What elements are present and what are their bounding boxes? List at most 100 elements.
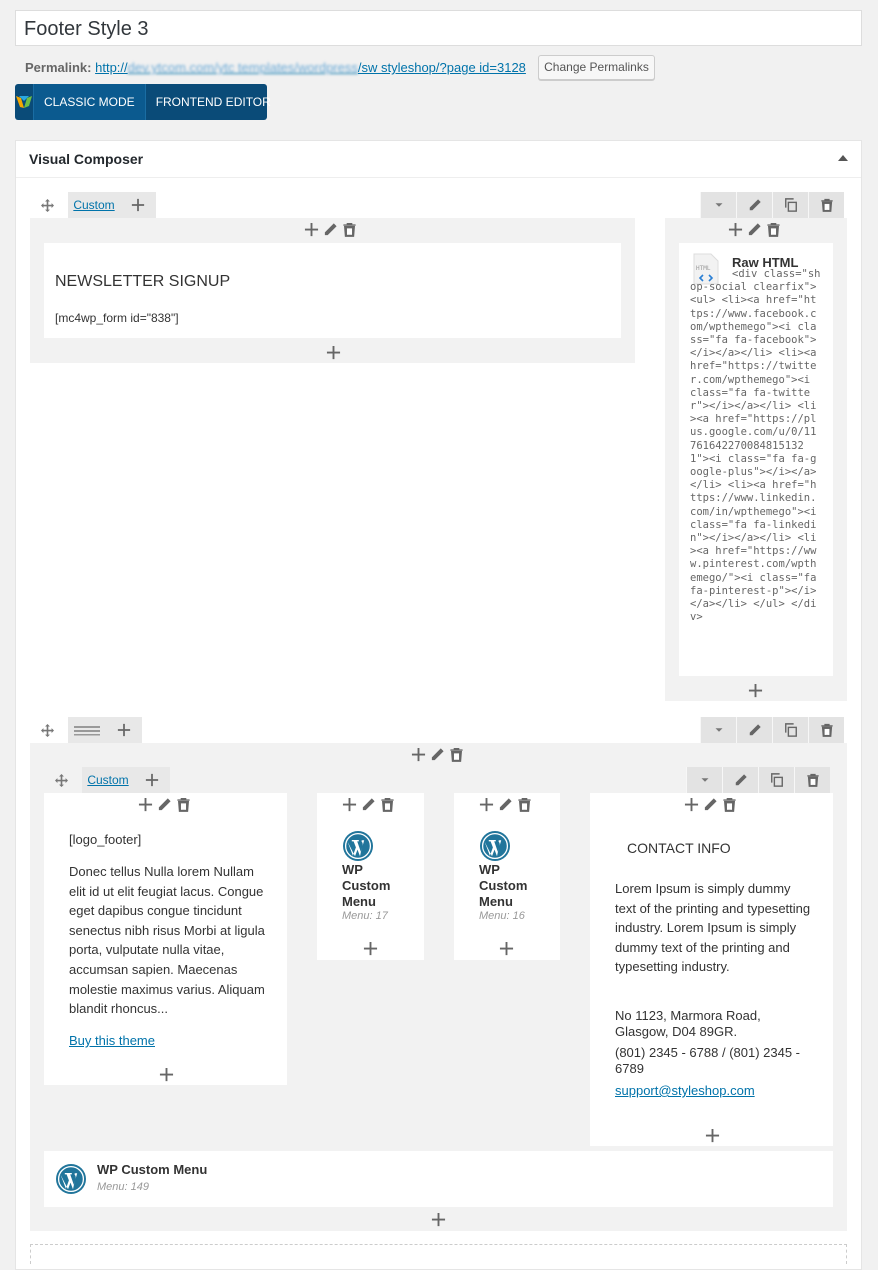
inner-row-move-handle[interactable] <box>44 767 78 793</box>
row-clone-button[interactable] <box>772 192 808 218</box>
bottom-custom-menu-element[interactable] <box>44 1151 833 1207</box>
custom-menu-title: WP Custom Menu <box>97 1162 208 1177</box>
row-delete-button[interactable] <box>808 717 844 743</box>
pencil-icon <box>734 773 748 787</box>
row1-controls <box>700 192 844 218</box>
custom-menu-sub: Menu: 149 <box>97 1181 149 1193</box>
row2-controls <box>700 717 844 743</box>
trash-icon <box>820 723 834 737</box>
custom-menu-title: WP Custom Menu <box>479 862 528 909</box>
contact-email-link[interactable]: support@styleshop.com <box>615 1083 755 1098</box>
newsletter-heading: NEWSLETTER SIGNUP <box>55 273 231 290</box>
raw-html-code: <div class="shop-social clearfix"> <ul> … <box>690 268 823 624</box>
panel-header[interactable]: Visual Composer <box>16 141 861 178</box>
add-element-plus-icon[interactable] <box>431 1212 446 1227</box>
pencil-icon[interactable] <box>747 222 762 237</box>
row-options-button[interactable] <box>700 192 736 218</box>
row1-move-handle[interactable] <box>30 192 64 218</box>
column-controls <box>304 222 357 237</box>
custom-menu-sub: Menu: 17 <box>342 910 388 922</box>
permalink-row: Permalink: http://dev.ytcom.com/ytc temp… <box>25 59 526 77</box>
row-edit-button[interactable] <box>722 767 758 793</box>
row1-tab-custom[interactable]: Custom <box>68 192 120 218</box>
plus-icon[interactable] <box>728 222 743 237</box>
about-text: Donec tellus Nulla lorem Nullam elit id … <box>69 864 265 1017</box>
pencil-icon[interactable] <box>323 222 338 237</box>
plus-icon[interactable] <box>304 222 319 237</box>
pencil-icon[interactable] <box>498 797 513 812</box>
buy-theme-link[interactable]: Buy this theme <box>69 1033 155 1048</box>
add-element-plus-icon[interactable] <box>326 345 341 360</box>
inner-row-add-tab-button[interactable] <box>134 767 170 793</box>
row-clone-button[interactable] <box>772 717 808 743</box>
pencil-icon[interactable] <box>157 797 172 812</box>
row-delete-button[interactable] <box>794 767 830 793</box>
trash-icon[interactable] <box>766 222 781 237</box>
inner-row-tab-custom[interactable]: Custom <box>82 767 134 793</box>
newsletter-element[interactable]: NEWSLETTER SIGNUP [mc4wp_form id="838"] <box>44 243 621 338</box>
change-permalinks-button[interactable]: Change Permalinks <box>538 55 655 80</box>
row-layout-icon <box>74 726 100 736</box>
caret-down-icon <box>712 723 726 737</box>
permalink-link[interactable]: http://dev.ytcom.com/ytc templates/wordp… <box>95 60 526 75</box>
add-element-plus-icon[interactable] <box>159 1067 174 1082</box>
caret-down-icon <box>712 198 726 212</box>
trash-icon[interactable] <box>449 747 464 762</box>
copy-icon <box>770 773 784 787</box>
row-edit-button[interactable] <box>736 192 772 218</box>
trash-icon[interactable] <box>342 222 357 237</box>
vc-mode-bar: Classic Mode Frontend Editor <box>15 84 271 120</box>
inner-row-controls <box>686 767 830 793</box>
move-icon <box>41 724 54 737</box>
row-edit-button[interactable] <box>736 717 772 743</box>
raw-html-element[interactable]: HTML Raw HTML <div class="shop-social cl… <box>679 243 833 676</box>
copy-icon <box>784 723 798 737</box>
trash-icon[interactable] <box>722 797 737 812</box>
row1-add-tab-button[interactable] <box>120 192 156 218</box>
pencil-icon <box>748 723 762 737</box>
classic-mode-button[interactable]: Classic Mode <box>33 84 146 120</box>
plus-icon[interactable] <box>684 797 699 812</box>
row2-layout-button[interactable] <box>68 717 106 743</box>
trash-icon[interactable] <box>517 797 532 812</box>
trash-icon[interactable] <box>380 797 395 812</box>
row-clone-button[interactable] <box>758 767 794 793</box>
plus-icon[interactable] <box>411 747 426 762</box>
plus-icon[interactable] <box>479 797 494 812</box>
contact-heading: CONTACT INFO <box>627 840 731 856</box>
frontend-editor-button[interactable]: Frontend Editor <box>146 84 281 120</box>
pencil-icon[interactable] <box>430 747 445 762</box>
pencil-icon[interactable] <box>361 797 376 812</box>
plus-icon[interactable] <box>342 797 357 812</box>
custom-menu-title: WP Custom Menu <box>342 862 391 909</box>
add-element-plus-icon[interactable] <box>363 941 378 956</box>
add-element-plus-icon[interactable] <box>748 683 763 698</box>
logo-footer-shortcode: [logo_footer] <box>69 832 142 847</box>
post-title-input[interactable]: Footer Style 3 <box>15 10 862 46</box>
row-options-button[interactable] <box>686 767 722 793</box>
plus-icon <box>117 723 131 737</box>
contact-address: No 1123, Marmora Road, Glasgow, D04 89GR… <box>615 1008 761 1039</box>
column-controls <box>342 797 395 812</box>
newsletter-shortcode: [mc4wp_form id="838"] <box>55 311 179 325</box>
trash-icon <box>820 198 834 212</box>
row2-move-handle[interactable] <box>30 717 64 743</box>
plus-icon[interactable] <box>138 797 153 812</box>
collapse-toggle-icon[interactable] <box>838 155 848 161</box>
add-element-plus-icon[interactable] <box>705 1128 720 1143</box>
add-element-plus-icon[interactable] <box>499 941 514 956</box>
add-row-dropzone[interactable] <box>30 1244 847 1264</box>
column-controls <box>138 797 191 812</box>
contact-text: Lorem Ipsum is simply dummy text of the … <box>615 881 811 975</box>
column-controls <box>728 222 781 237</box>
row-delete-button[interactable] <box>808 192 844 218</box>
column-controls <box>479 797 532 812</box>
row2-add-tab-button[interactable] <box>106 717 142 743</box>
pencil-icon <box>748 198 762 212</box>
custom-menu-sub: Menu: 16 <box>479 910 525 922</box>
panel-title: Visual Composer <box>29 151 144 167</box>
column-controls <box>411 747 464 762</box>
row-options-button[interactable] <box>700 717 736 743</box>
trash-icon[interactable] <box>176 797 191 812</box>
pencil-icon[interactable] <box>703 797 718 812</box>
